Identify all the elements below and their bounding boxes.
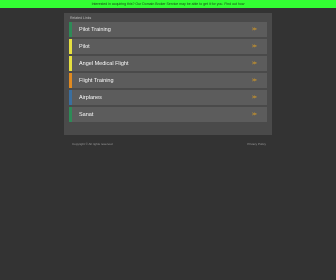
link-pilot-training[interactable]: Pilot Training ≫ xyxy=(69,22,267,37)
accent-bar xyxy=(69,90,72,105)
link-flight-training[interactable]: Flight Training ≫ xyxy=(69,73,267,88)
related-links-panel: Related Links Pilot Training ≫ Pilot ≫ A… xyxy=(64,13,272,135)
link-label[interactable]: Flight Training xyxy=(79,78,114,84)
double-chevron-right-icon[interactable]: ≫ xyxy=(252,27,257,32)
accent-bar xyxy=(69,22,72,37)
double-chevron-right-icon[interactable]: ≫ xyxy=(252,95,257,100)
related-links-list: Pilot Training ≫ Pilot ≫ Angel Medical F… xyxy=(69,22,267,124)
link-pilot[interactable]: Pilot ≫ xyxy=(69,39,267,54)
accent-bar xyxy=(69,39,72,54)
panel-title: Related Links xyxy=(70,16,92,20)
accent-bar xyxy=(69,107,72,122)
accent-bar xyxy=(69,73,72,88)
double-chevron-right-icon[interactable]: ≫ xyxy=(252,44,257,49)
copyright-text: Copyright © All rights reserved xyxy=(72,142,113,146)
banner-text[interactable]: Interested in acquiring this? Our Domain… xyxy=(92,2,245,6)
link-airplanes[interactable]: Airplanes ≫ xyxy=(69,90,267,105)
link-label[interactable]: Pilot xyxy=(79,44,90,50)
link-label[interactable]: Angel Medical Flight xyxy=(79,61,129,67)
double-chevron-right-icon[interactable]: ≫ xyxy=(252,112,257,117)
double-chevron-right-icon[interactable]: ≫ xyxy=(252,78,257,83)
double-chevron-right-icon[interactable]: ≫ xyxy=(252,61,257,66)
domain-broker-banner[interactable]: Interested in acquiring this? Our Domain… xyxy=(0,0,336,8)
link-sanat[interactable]: Sanat ≫ xyxy=(69,107,267,122)
link-label[interactable]: Sanat xyxy=(79,112,93,118)
privacy-policy-link[interactable]: Privacy Policy xyxy=(247,142,266,146)
link-angel-medical-flight[interactable]: Angel Medical Flight ≫ xyxy=(69,56,267,71)
accent-bar xyxy=(69,56,72,71)
link-label[interactable]: Pilot Training xyxy=(79,27,111,33)
link-label[interactable]: Airplanes xyxy=(79,95,102,101)
